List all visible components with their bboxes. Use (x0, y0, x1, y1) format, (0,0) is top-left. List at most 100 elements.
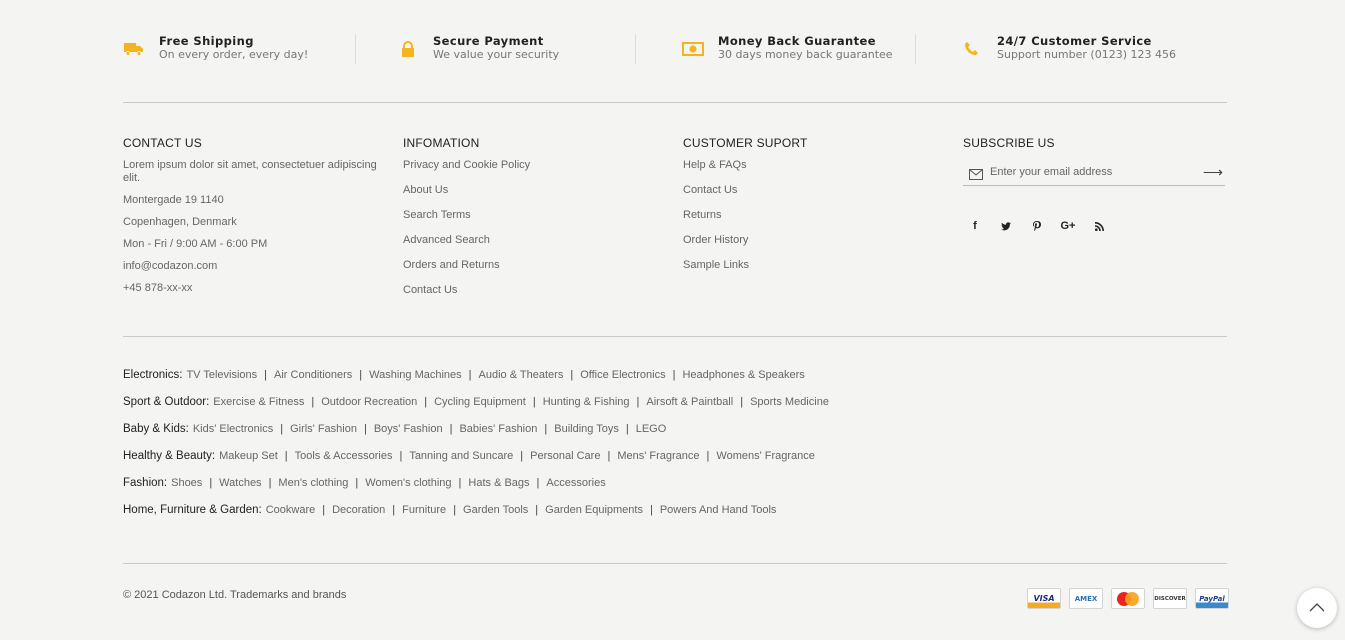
category-link[interactable]: Hats & Bags (468, 477, 529, 489)
information-heading: INFOMATION (403, 136, 480, 150)
category-link[interactable]: Shoes (171, 477, 202, 489)
amex-icon: AMEX (1069, 588, 1103, 609)
category-link[interactable]: Girls' Fashion (290, 423, 357, 435)
category-link[interactable]: Tanning and Suncare (409, 450, 513, 462)
category-name: Fashion: (123, 477, 168, 489)
subscribe-column: SUBSCRIBE US ⟶ f G+ (963, 136, 1225, 236)
category-link[interactable]: Headphones & Speakers (682, 369, 804, 381)
category-link[interactable]: Makeup Set (219, 450, 278, 462)
separator: | (264, 369, 268, 381)
category-link[interactable]: Hunting & Fishing (543, 396, 630, 408)
contact-description: Lorem ipsum dolor sit amet, consectetuer… (123, 159, 377, 184)
mail-icon (969, 167, 983, 180)
separator: | (672, 369, 676, 381)
support-heading: CUSTOMER SUPORT (683, 136, 808, 150)
feature-title: Free Shipping (159, 34, 254, 48)
category-name: Baby & Kids: (123, 423, 189, 435)
link-orders-returns[interactable]: Orders and Returns (403, 259, 665, 284)
category-link[interactable]: Building Toys (554, 423, 619, 435)
category-link[interactable]: Personal Care (530, 450, 600, 462)
feature-money-back: Money Back Guarantee 30 days money back … (636, 34, 916, 70)
category-link[interactable]: Garden Equipments (545, 504, 643, 516)
link-returns[interactable]: Returns (683, 209, 945, 234)
category-link[interactable]: Office Electronics (580, 369, 665, 381)
features-bar: Free Shipping On every order, every day!… (123, 34, 1227, 70)
feature-customer-service: 24/7 Customer Service Support number (01… (916, 34, 1216, 70)
truck-icon (123, 38, 145, 60)
separator: | (392, 504, 396, 516)
category-link[interactable]: Air Conditioners (274, 369, 352, 381)
category-link[interactable]: Airsoft & Paintball (646, 396, 733, 408)
paypal-icon: PayPal (1195, 588, 1229, 609)
mastercard-icon (1111, 588, 1145, 609)
contact-heading: CONTACT US (123, 136, 202, 150)
back-to-top-button[interactable] (1297, 588, 1337, 628)
link-contact-us[interactable]: Contact Us (403, 284, 665, 309)
payment-methods: VISA AMEX DISCOVER PayPal (1027, 588, 1229, 609)
link-about-us[interactable]: About Us (403, 184, 665, 209)
category-link[interactable]: Washing Machines (369, 369, 462, 381)
arrow-right-icon[interactable]: ⟶ (1203, 164, 1223, 181)
separator: | (570, 369, 574, 381)
separator: | (363, 423, 367, 435)
feature-subtitle: We value your security (433, 48, 560, 61)
feature-secure-payment: Secure Payment We value your security (356, 34, 636, 70)
category-link[interactable]: Tools & Accessories (295, 450, 393, 462)
category-link[interactable]: Boys' Fashion (374, 423, 443, 435)
separator: | (536, 477, 540, 489)
category-link[interactable]: LEGO (636, 423, 667, 435)
separator: | (449, 423, 453, 435)
rss-icon[interactable] (1089, 216, 1109, 236)
category-link[interactable]: Cycling Equipment (434, 396, 526, 408)
feature-title: Money Back Guarantee (718, 34, 876, 48)
twitter-icon[interactable] (996, 216, 1016, 236)
category-link[interactable]: Garden Tools (463, 504, 528, 516)
pinterest-icon[interactable] (1027, 216, 1047, 236)
feature-title: 24/7 Customer Service (997, 34, 1152, 48)
chevron-up-icon (1309, 599, 1325, 617)
separator: | (607, 450, 611, 462)
category-link[interactable]: Audio & Theaters (479, 369, 564, 381)
category-link[interactable]: Decoration (332, 504, 385, 516)
category-link[interactable]: Mens' Fragrance (617, 450, 699, 462)
category-link[interactable]: Exercise & Fitness (213, 396, 304, 408)
link-sample-links[interactable]: Sample Links (683, 259, 945, 284)
divider (123, 102, 1227, 103)
link-search-terms[interactable]: Search Terms (403, 209, 665, 234)
category-link[interactable]: Cookware (266, 504, 316, 516)
link-order-history[interactable]: Order History (683, 234, 945, 259)
category-link[interactable]: Accessories (546, 477, 605, 489)
category-link[interactable]: Womens' Fragrance (716, 450, 815, 462)
link-contact-us[interactable]: Contact Us (683, 184, 945, 209)
link-help-faqs[interactable]: Help & FAQs (683, 159, 945, 184)
newsletter-email-input[interactable] (990, 166, 1200, 178)
google-plus-icon[interactable]: G+ (1058, 216, 1078, 236)
category-link[interactable]: Men's clothing (278, 477, 348, 489)
category-row: Sport & Outdoor: Exercise & Fitness | Outdo… (123, 396, 1227, 423)
feature-subtitle: Support number (0123) 123 456 (997, 48, 1176, 61)
visa-icon: VISA (1027, 588, 1061, 609)
subscribe-heading: SUBSCRIBE US (963, 136, 1055, 150)
contact-phone: +45 878-xx-xx (123, 282, 193, 294)
category-link[interactable]: Kids' Electronics (193, 423, 273, 435)
category-link[interactable]: Women's clothing (365, 477, 451, 489)
category-links: Electronics: TV Televisions | Air Condition… (123, 369, 1227, 531)
separator: | (468, 369, 472, 381)
separator: | (649, 504, 653, 516)
separator: | (625, 423, 629, 435)
contact-hours: Mon - Fri / 9:00 AM - 6:00 PM (123, 238, 268, 250)
feature-free-shipping: Free Shipping On every order, every day! (123, 34, 356, 70)
link-advanced-search[interactable]: Advanced Search (403, 234, 665, 259)
category-link[interactable]: Powers And Hand Tools (660, 504, 777, 516)
category-name: Sport & Outdoor: (123, 396, 210, 408)
category-link[interactable]: Furniture (402, 504, 446, 516)
category-link[interactable]: Outdoor Recreation (321, 396, 417, 408)
link-privacy-policy[interactable]: Privacy and Cookie Policy (403, 159, 665, 184)
category-link[interactable]: Sports Medicine (750, 396, 829, 408)
category-link[interactable]: Watches (219, 477, 261, 489)
separator: | (355, 477, 359, 489)
category-link[interactable]: Babies' Fashion (459, 423, 537, 435)
facebook-icon[interactable]: f (965, 216, 985, 236)
category-link[interactable]: TV Televisions (186, 369, 257, 381)
category-row: Electronics: TV Televisions | Air Condition… (123, 369, 1227, 396)
